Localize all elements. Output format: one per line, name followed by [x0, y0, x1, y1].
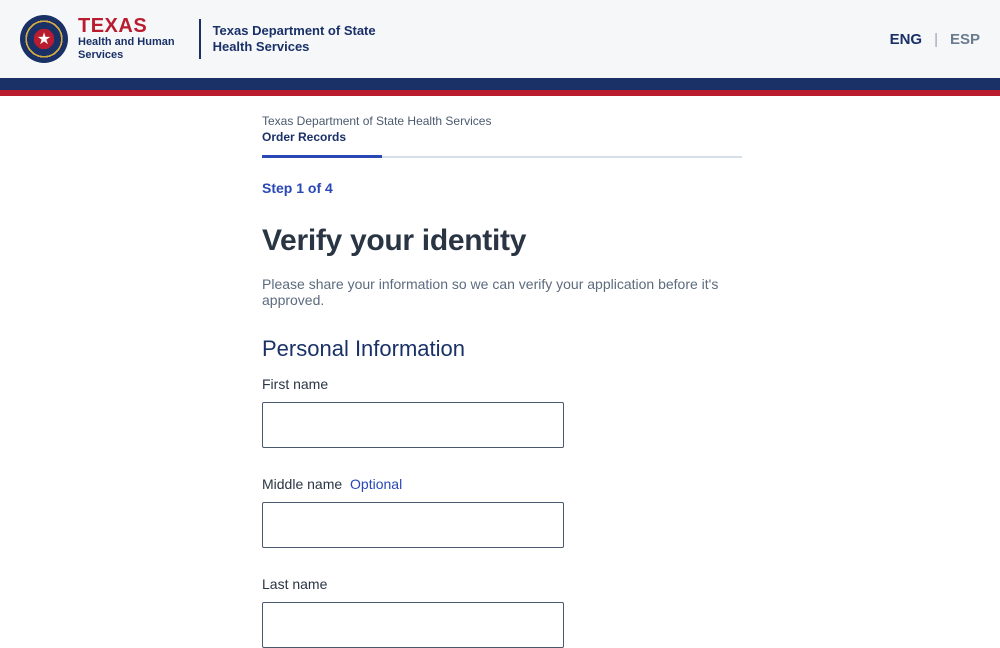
first-name-input[interactable] [262, 402, 564, 448]
language-spanish-button[interactable]: ESP [950, 31, 980, 48]
star-icon: ★ [37, 29, 51, 49]
main-content: Texas Department of State Health Service… [262, 96, 772, 648]
progress-fill [262, 155, 382, 158]
dept-line1: Texas Department of State [213, 23, 376, 39]
header-branding: ★ TEXAS Health and Human Services Texas … [20, 15, 376, 63]
middle-name-input[interactable] [262, 502, 564, 548]
step-indicator: Step 1 of 4 [262, 180, 772, 196]
page-title: Verify your identity [262, 224, 772, 258]
first-name-group: First name [262, 376, 772, 448]
decorative-stripe-blue [0, 78, 1000, 90]
dept-line2: Health Services [213, 39, 376, 55]
logo-text-block: TEXAS Health and Human Services Texas De… [78, 16, 376, 62]
optional-tag: Optional [350, 476, 402, 492]
progress-bar [262, 156, 742, 158]
site-header: ★ TEXAS Health and Human Services Texas … [0, 0, 1000, 78]
language-separator: | [934, 31, 938, 48]
texas-hhs-block: TEXAS Health and Human Services [78, 16, 187, 62]
texas-title: TEXAS [78, 16, 175, 36]
department-block: Texas Department of State Health Service… [213, 23, 376, 54]
last-name-label: Last name [262, 576, 772, 592]
texas-subtitle-line1: Health and Human [78, 36, 175, 49]
language-english-button[interactable]: ENG [890, 31, 923, 48]
page-subtitle: Please share your information so we can … [262, 276, 772, 308]
first-name-label: First name [262, 376, 772, 392]
middle-name-group: Middle name Optional [262, 476, 772, 548]
breadcrumb-page: Order Records [262, 130, 772, 144]
language-toggle: ENG | ESP [890, 31, 980, 48]
texas-subtitle-line2: Services [78, 49, 175, 62]
last-name-group: Last name [262, 576, 772, 648]
breadcrumb-department: Texas Department of State Health Service… [262, 114, 772, 128]
middle-name-label-text: Middle name [262, 476, 342, 492]
vertical-divider [199, 19, 201, 59]
texas-seal-icon: ★ [20, 15, 68, 63]
section-personal-info: Personal Information [262, 336, 772, 362]
middle-name-label: Middle name Optional [262, 476, 772, 492]
last-name-input[interactable] [262, 602, 564, 648]
